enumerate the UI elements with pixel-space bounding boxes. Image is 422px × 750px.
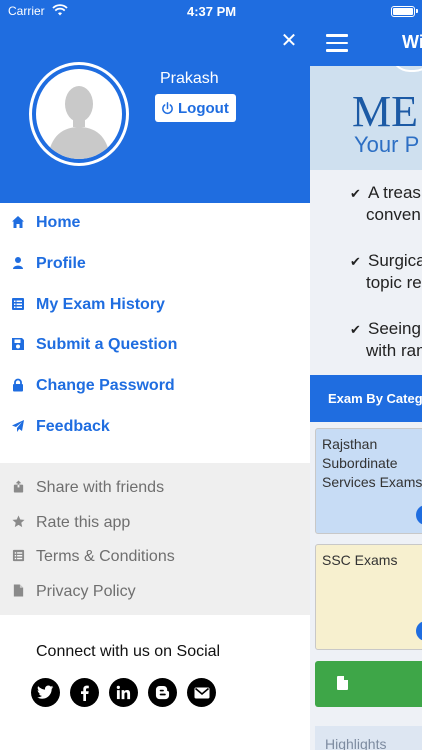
avatar[interactable] <box>36 69 122 159</box>
status-bar: Carrier 4:37 PM <box>0 0 422 22</box>
facebook-glyph <box>81 685 89 701</box>
person-icon <box>13 256 23 269</box>
share-icon <box>13 480 24 493</box>
list-icon <box>12 550 25 562</box>
user-silhouette-icon <box>48 86 110 159</box>
category-label: Subordinate <box>322 455 398 471</box>
social-links <box>31 678 226 707</box>
menu-item-label: Rate this app <box>36 513 131 531</box>
user-name: Prakash <box>160 70 219 87</box>
category-label: Rajsthan <box>322 436 378 452</box>
menu-item-label: Privacy Policy <box>36 583 136 601</box>
primary-menu: Home Profile My Exam History Submit a Qu… <box>0 203 310 448</box>
feature-item: ✔ A treas conveni <box>310 176 422 244</box>
home-icon <box>12 216 24 228</box>
category-card[interactable]: Rajsthan Subordinate Services Exams <box>315 428 422 534</box>
category-open-button[interactable] <box>416 621 422 641</box>
banner-subtitle: Your P <box>354 132 420 157</box>
social-title: Connect with us on Social <box>36 643 221 660</box>
twitter-glyph <box>37 685 54 699</box>
menu-item-home[interactable]: Home <box>0 203 310 244</box>
menu-item-share[interactable]: Share with friends <box>0 470 310 505</box>
green-action-button[interactable] <box>315 661 422 707</box>
menu-item-terms[interactable]: Terms & Conditions <box>0 539 310 574</box>
menu-item-label: Feedback <box>36 417 110 435</box>
app-title: Wi <box>402 32 422 52</box>
category-label: Services Exams <box>322 474 422 490</box>
clock: 4:37 PM <box>187 4 237 19</box>
highlights-tab[interactable]: Highlights <box>315 726 422 750</box>
battery-icon <box>391 6 418 17</box>
feature-text: Seeing <box>368 319 421 338</box>
menu-item-exam-history[interactable]: My Exam History <box>0 285 310 326</box>
hamburger-menu-icon[interactable] <box>326 34 348 52</box>
linkedin-glyph <box>116 685 131 700</box>
list-icon <box>12 297 24 310</box>
feature-text: with ran <box>366 341 422 360</box>
feature-text: conveni <box>366 205 422 224</box>
menu-item-label: Submit a Question <box>36 336 178 354</box>
document-icon <box>13 584 24 597</box>
feature-item: ✔ Seeing with ran <box>310 312 422 380</box>
menu-item-label: Share with friends <box>36 479 165 496</box>
secondary-menu: Share with friends Rate this app Terms &… <box>0 463 310 615</box>
check-icon: ✔ <box>350 186 361 201</box>
menu-item-change-password[interactable]: Change Password <box>0 366 310 407</box>
check-icon: ✔ <box>350 322 361 337</box>
menu-item-label: Profile <box>36 254 86 272</box>
feature-text: Surgica <box>368 251 422 270</box>
wifi-icon <box>52 4 68 16</box>
feature-item: ✔ Surgica topic re <box>310 244 422 312</box>
document-icon <box>337 676 348 690</box>
category-header: Exam By Categ <box>310 375 422 422</box>
star-icon <box>12 515 25 527</box>
menu-item-feedback[interactable]: Feedback <box>0 407 310 448</box>
banner-title: ME <box>352 87 418 136</box>
menu-item-rate[interactable]: Rate this app <box>0 505 310 540</box>
category-open-button[interactable] <box>416 505 422 525</box>
logout-label: Logout <box>178 99 229 117</box>
category-label: SSC Exams <box>322 552 398 568</box>
feature-text: A treas <box>368 183 421 202</box>
blogger-glyph <box>155 685 170 700</box>
category-card[interactable]: SSC Exams <box>315 544 422 650</box>
email-icon[interactable] <box>187 678 216 707</box>
navigation-drawer: ✕ Prakash Logout Home Profile My Exam Hi… <box>0 0 310 750</box>
app-banner: ME Your P <box>310 66 422 170</box>
menu-item-label: Change Password <box>36 377 175 395</box>
envelope-glyph <box>194 687 209 698</box>
blogger-icon[interactable] <box>148 678 177 707</box>
send-icon <box>12 419 24 432</box>
feature-list: ✔ A treas conveni ✔ Surgica topic re ✔ S… <box>310 176 422 380</box>
menu-item-label: My Exam History <box>36 295 165 313</box>
power-icon <box>162 101 173 114</box>
lock-icon <box>13 378 23 392</box>
feature-text: topic re <box>366 273 422 292</box>
logout-button[interactable]: Logout <box>155 94 236 122</box>
facebook-icon[interactable] <box>70 678 99 707</box>
menu-item-privacy[interactable]: Privacy Policy <box>0 574 310 609</box>
close-icon[interactable]: ✕ <box>280 30 298 52</box>
linkedin-icon[interactable] <box>109 678 138 707</box>
menu-item-label: Home <box>36 214 81 231</box>
carrier-label: Carrier <box>8 4 45 18</box>
twitter-icon[interactable] <box>31 678 60 707</box>
menu-item-profile[interactable]: Profile <box>0 244 310 285</box>
menu-item-label: Terms & Conditions <box>36 548 175 566</box>
banner-decoration <box>390 66 422 72</box>
drawer-header: ✕ Prakash Logout <box>0 0 310 203</box>
save-icon <box>12 338 24 351</box>
check-icon: ✔ <box>350 254 361 269</box>
menu-item-submit-question[interactable]: Submit a Question <box>0 325 310 366</box>
